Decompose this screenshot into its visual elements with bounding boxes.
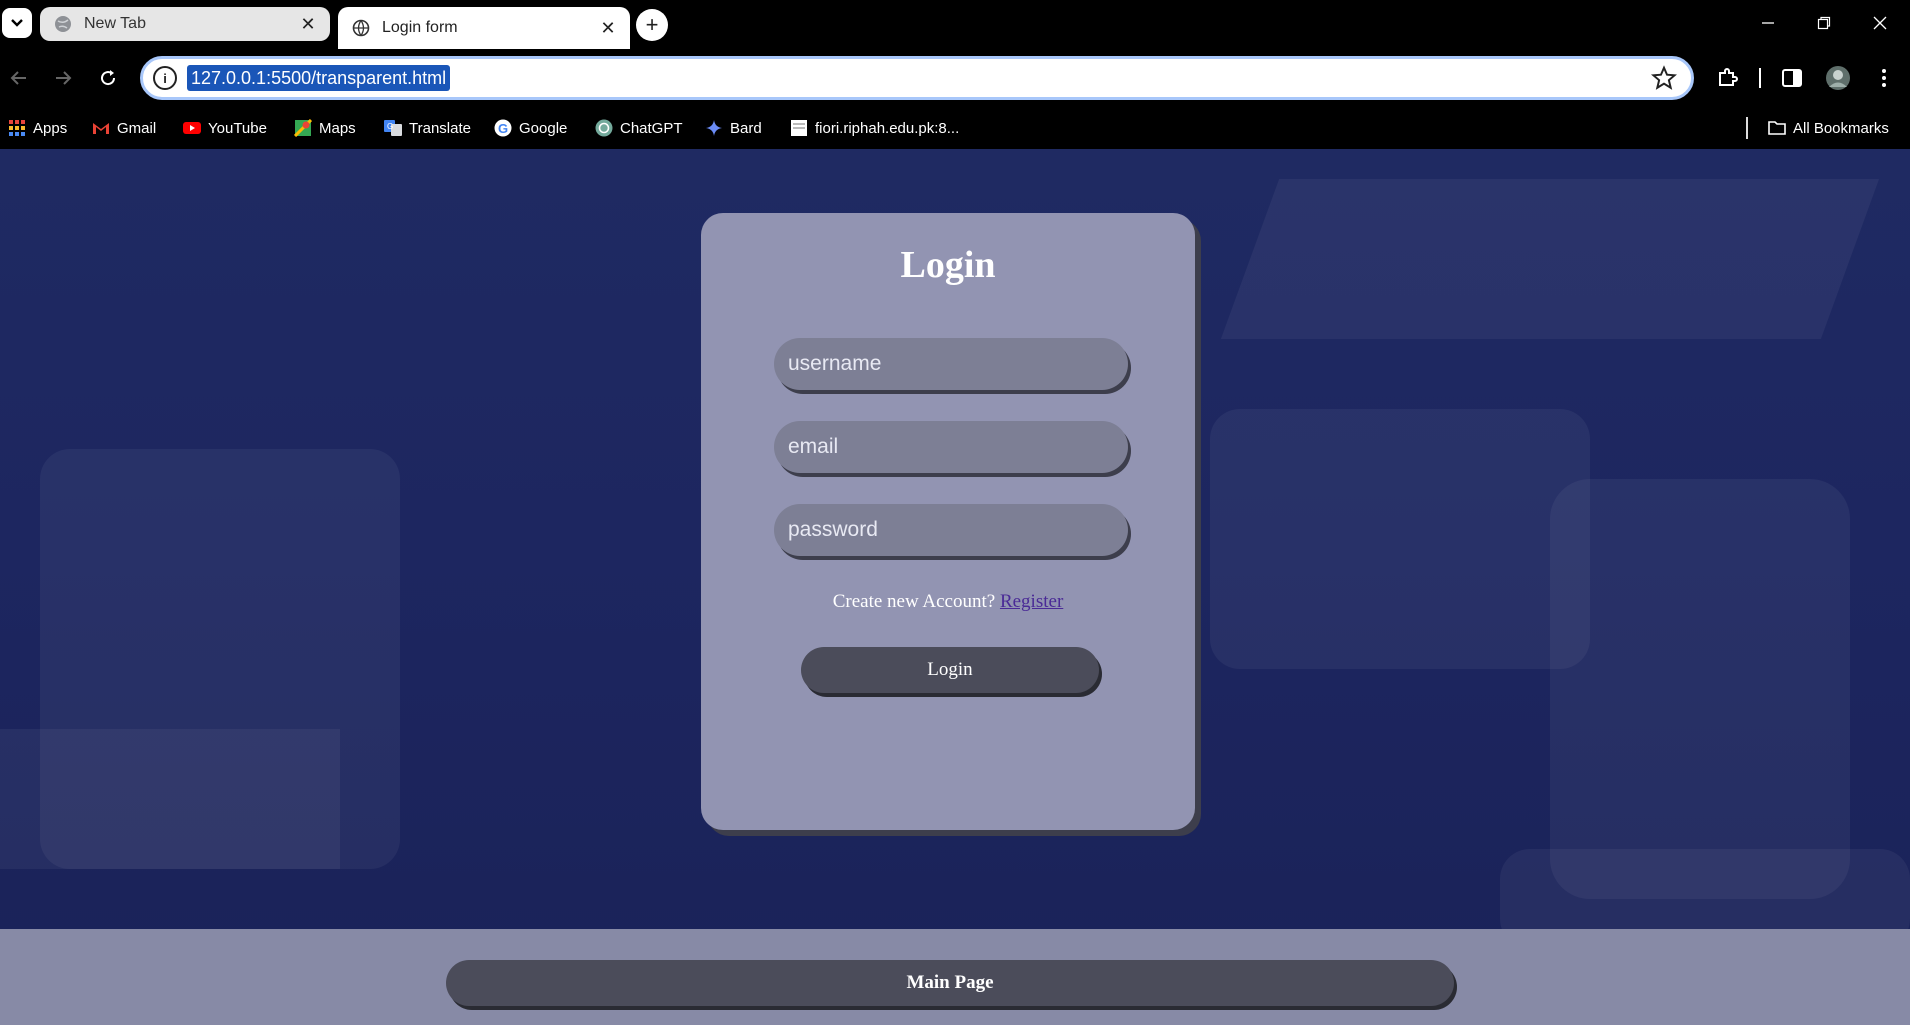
avatar (1826, 66, 1850, 90)
login-button[interactable]: Login (801, 647, 1099, 693)
close-window-button[interactable] (1852, 0, 1908, 46)
password-input[interactable] (774, 504, 1128, 556)
close-icon[interactable]: ✕ (596, 16, 620, 40)
background-decor (1550, 479, 1850, 899)
bookmark-chatgpt[interactable]: ChatGPT (595, 117, 683, 139)
tab-search-button[interactable] (2, 8, 32, 38)
url-text[interactable]: 127.0.0.1:5500/transparent.html (187, 65, 451, 91)
close-icon (1873, 16, 1887, 30)
folder-icon (1768, 121, 1786, 135)
chatgpt-icon (595, 119, 613, 137)
footer-bar: Main Page (0, 929, 1910, 1025)
back-button[interactable] (3, 62, 35, 94)
email-input[interactable] (774, 421, 1128, 473)
bookmark-youtube[interactable]: YouTube (183, 117, 267, 139)
background-decor (1220, 179, 1880, 339)
create-account-row: Create new Account? Register (701, 591, 1195, 613)
chevron-down-icon (11, 19, 23, 27)
svg-text:G: G (387, 122, 393, 131)
bookmark-google[interactable]: G Google (494, 117, 567, 139)
bookmark-bard[interactable]: Bard (705, 117, 762, 139)
tab-title: New Tab (84, 15, 146, 32)
bookmark-label: ChatGPT (620, 119, 683, 137)
bookmark-translate[interactable]: G Translate (384, 117, 471, 139)
more-vertical-icon (1882, 69, 1886, 87)
puzzle-icon (1719, 68, 1738, 86)
background-decor (1210, 409, 1590, 669)
toolbar-divider (1759, 68, 1761, 88)
login-title: Login (900, 244, 996, 286)
profile-button[interactable] (1822, 62, 1854, 94)
bookmark-label: Maps (319, 119, 356, 137)
extensions-button[interactable] (1711, 62, 1743, 94)
browser-toolbar: i 127.0.0.1:5500/transparent.html (0, 49, 1910, 107)
tab-title: Login form (382, 19, 458, 36)
address-bar[interactable]: i 127.0.0.1:5500/transparent.html (140, 56, 1694, 100)
username-input[interactable] (774, 338, 1128, 390)
bookmark-apps[interactable]: Apps (8, 117, 67, 139)
reload-icon (101, 70, 116, 86)
site-info-icon[interactable]: i (153, 66, 177, 90)
bookmark-label: Gmail (117, 119, 157, 137)
bookmark-label: Translate (409, 119, 471, 137)
bookmark-label: YouTube (208, 119, 267, 137)
restore-button[interactable] (1796, 0, 1852, 46)
menu-button[interactable] (1868, 62, 1900, 94)
maps-icon (294, 119, 312, 137)
close-icon[interactable]: ✕ (296, 12, 320, 36)
bard-icon (706, 120, 722, 136)
tab-login-form[interactable]: Login form ✕ (338, 7, 630, 49)
register-link[interactable]: Register (1000, 591, 1063, 612)
bookmark-label: fiori.riphah.edu.pk:8... (815, 119, 960, 137)
main-page-button[interactable]: Main Page (446, 960, 1454, 1006)
bookmark-label: Bard (730, 119, 762, 137)
side-panel-button[interactable] (1776, 62, 1808, 94)
login-card: Login Create new Account? Register Login (701, 213, 1195, 830)
forward-button[interactable] (47, 62, 79, 94)
restore-icon (1817, 16, 1831, 30)
all-bookmarks-label: All Bookmarks (1793, 119, 1889, 137)
bookmark-fiori[interactable]: fiori.riphah.edu.pk:8... (790, 117, 959, 139)
translate-icon: G (384, 120, 402, 136)
all-bookmarks-button[interactable]: All Bookmarks (1768, 117, 1889, 139)
arrow-left-icon (10, 71, 26, 85)
reload-button[interactable] (92, 62, 124, 94)
background-decor (0, 729, 340, 869)
bookmarks-bar: Apps Gmail YouTube Maps G Translate G Go… (0, 107, 1910, 149)
new-tab-button[interactable]: + (636, 9, 668, 41)
tab-new-tab[interactable]: New Tab ✕ (40, 7, 330, 41)
google-icon: G (494, 119, 512, 137)
apps-grid-icon (9, 120, 25, 136)
side-panel-icon (1782, 69, 1802, 87)
minimize-icon (1762, 22, 1774, 24)
globe-icon (352, 19, 370, 37)
gmail-icon (93, 123, 109, 134)
create-account-text: Create new Account? (832, 591, 996, 612)
minimize-button[interactable] (1740, 0, 1796, 46)
page-background: Login Create new Account? Register Login (0, 149, 1910, 1025)
bookmarks-divider (1746, 117, 1748, 139)
plus-icon: + (645, 12, 659, 37)
star-icon[interactable] (1651, 65, 1677, 91)
bookmark-label: Apps (33, 119, 68, 137)
bookmark-gmail[interactable]: Gmail (92, 117, 156, 139)
svg-text:G: G (498, 121, 508, 136)
youtube-icon (183, 122, 201, 134)
globe-icon (55, 16, 71, 32)
bookmark-label: Google (519, 119, 568, 137)
tab-strip: New Tab ✕ Login form ✕ + (0, 0, 1910, 49)
arrow-right-icon (56, 71, 72, 85)
bookmark-maps[interactable]: Maps (294, 117, 356, 139)
page-icon (791, 120, 807, 136)
